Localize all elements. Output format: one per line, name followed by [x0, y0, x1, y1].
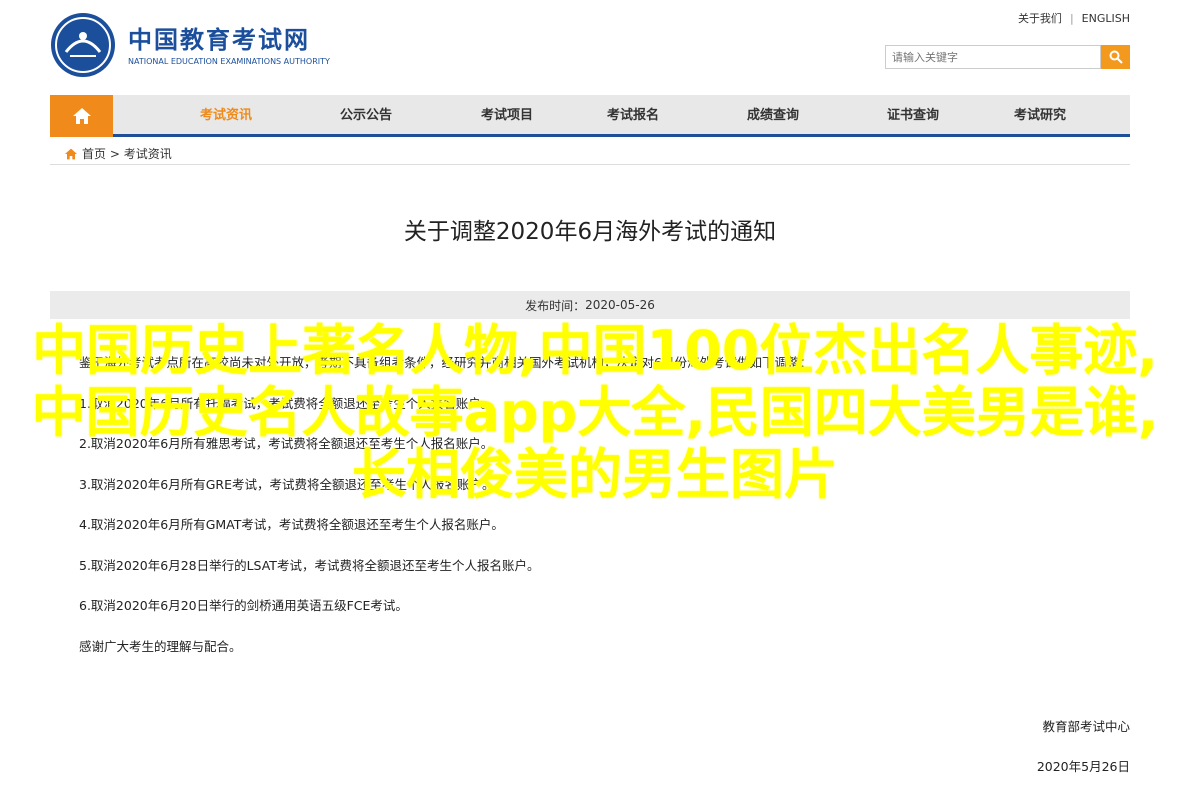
article-title: 关于调整2020年6月海外考试的通知 [403, 219, 777, 245]
english-link[interactable]: ENGLISH [1082, 12, 1130, 25]
nav-item-exam-programs[interactable]: 考试项目 [481, 95, 533, 137]
nav-home-button[interactable] [50, 95, 113, 137]
article-signature: 教育部考试中心 [1042, 719, 1130, 734]
nav-item-certificate-query[interactable]: 证书查询 [887, 95, 939, 137]
article-paragraph: 4.取消2020年6月所有GMAT考试，考试费将全额退还至考生个人报名账户。 [79, 517, 504, 532]
search-icon [1109, 50, 1123, 64]
nav-item-score-query[interactable]: 成绩查询 [747, 95, 799, 137]
nav-item-announcements[interactable]: 公示公告 [340, 95, 392, 137]
breadcrumb-current[interactable]: 考试资讯 [124, 145, 172, 162]
publish-date: 2020-05-26 [585, 298, 655, 312]
nav-item-exam-news[interactable]: 考试资讯 [200, 95, 252, 137]
neea-emblem-icon [51, 13, 115, 77]
breadcrumb-home-link[interactable]: 首页 [82, 145, 106, 162]
home-icon [65, 148, 77, 159]
logo-chinese-name: 中国教育考试网 [128, 25, 310, 54]
breadcrumb-separator: > [106, 146, 124, 161]
article-body: 鉴于海外考试考点所在高校尚未对外开放，考期不具备组考条件，经研究并商相关国外考试… [79, 353, 812, 677]
publish-label: 发布时间： [525, 298, 586, 313]
main-nav: 考试资讯 公示公告 考试项目 考试报名 成绩查询 证书查询 考试研究 [50, 95, 1130, 137]
article-paragraph: 鉴于海外考试考点所在高校尚未对外开放，考期不具备组考条件，经研究并商相关国外考试… [79, 355, 812, 370]
article-paragraph: 3.取消2020年6月所有GRE考试，考试费将全额退还至考生个人报名账户。 [79, 476, 495, 492]
search-input[interactable] [885, 45, 1101, 69]
top-links: 关于我们 | ENGLISH [1018, 10, 1130, 26]
breadcrumb: 首页 > 考试资讯 [50, 143, 1130, 165]
about-us-link[interactable]: 关于我们 [1018, 12, 1062, 25]
article-paragraph: 6.取消2020年6月20日举行的剑桥通用英语五级FCE考试。 [79, 598, 408, 613]
home-icon [72, 108, 91, 124]
nav-item-exam-registration[interactable]: 考试报名 [607, 95, 659, 137]
article-paragraph: 1.取消2020年6月所有托福考试，考试费将全额退还至考生个人报名账户。 [79, 395, 494, 411]
publish-info: 发布时间： 2020-05-26 [50, 291, 1130, 319]
site-logo[interactable]: 中国教育考试网 NATIONAL EDUCATION EXAMINATIONS … [50, 12, 330, 78]
site-search [885, 45, 1130, 69]
site-header: 中国教育考试网 NATIONAL EDUCATION EXAMINATIONS … [50, 0, 1130, 95]
article-paragraph: 2.取消2020年6月所有雅思考试，考试费将全额退还至考生个人报名账户。 [79, 436, 494, 451]
logo-english-name: NATIONAL EDUCATION EXAMINATIONS AUTHORIT… [128, 56, 330, 66]
article-paragraph: 5.取消2020年6月28日举行的LSAT考试，考试费将全额退还至考生个人报名账… [79, 557, 540, 573]
top-link-divider: | [1069, 12, 1074, 25]
article-sign-date: 2020年5月26日 [1036, 759, 1130, 774]
nav-item-exam-research[interactable]: 考试研究 [1014, 95, 1066, 137]
search-button[interactable] [1101, 45, 1130, 69]
article-paragraph: 感谢广大考生的理解与配合。 [79, 638, 242, 654]
